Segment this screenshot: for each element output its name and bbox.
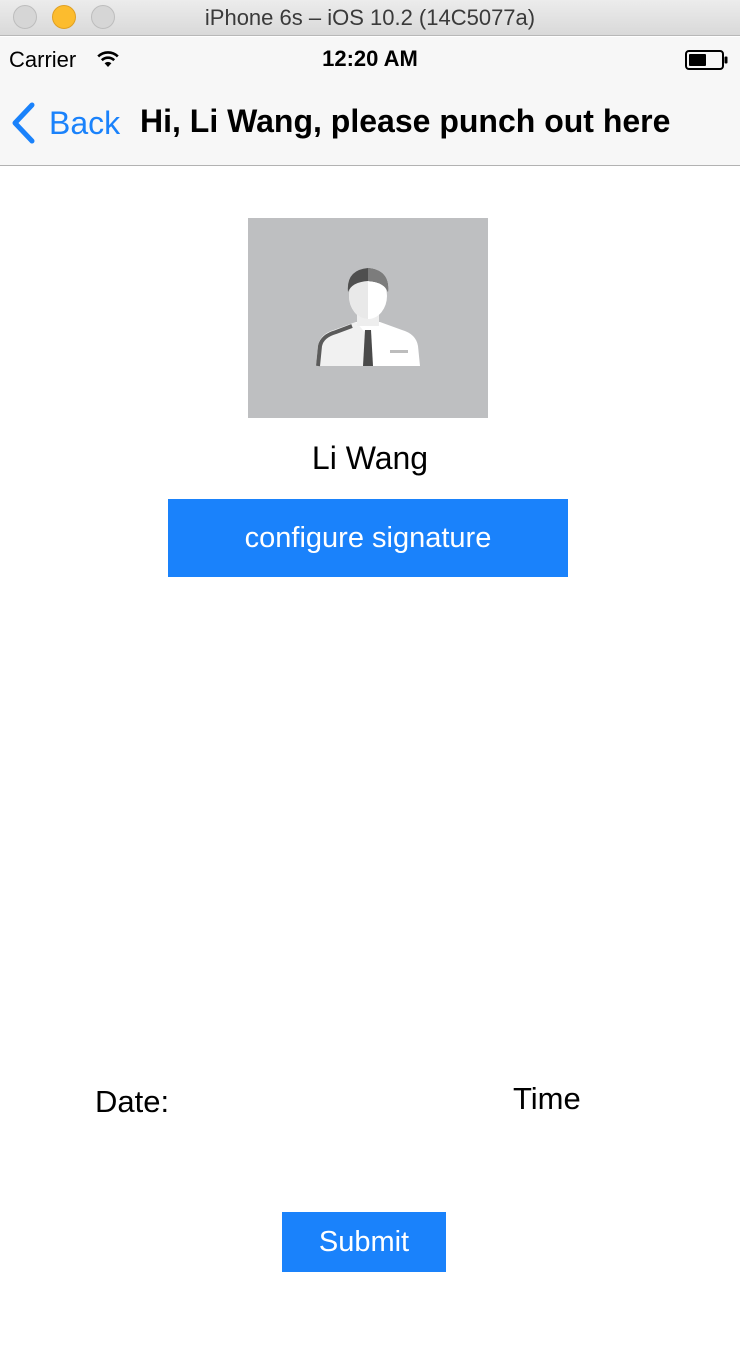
page-title: Hi, Li Wang, please punch out here	[140, 103, 671, 139]
navigation-bar: Back Hi, Li Wang, please punch out here	[0, 81, 740, 166]
submit-button[interactable]: Submit	[282, 1212, 446, 1272]
date-label: Date:	[95, 1084, 170, 1119]
back-button[interactable]: Back	[10, 99, 120, 147]
user-name: Li Wang	[311, 440, 429, 476]
simulator-title-bar: iPhone 6s – iOS 10.2 (14C5077a)	[0, 0, 740, 36]
status-bar: Carrier 12:20 AM	[0, 37, 740, 81]
avatar	[248, 218, 488, 418]
status-clock: 12:20 AM	[322, 46, 418, 71]
chevron-left-icon	[12, 102, 35, 144]
configure-signature-button[interactable]: configure signature	[168, 499, 568, 577]
time-label: Time	[513, 1081, 581, 1116]
window-title: iPhone 6s – iOS 10.2 (14C5077a)	[204, 5, 536, 30]
back-button-label: Back	[49, 104, 121, 141]
battery-icon	[685, 50, 728, 70]
person-avatar-icon	[316, 268, 420, 367]
